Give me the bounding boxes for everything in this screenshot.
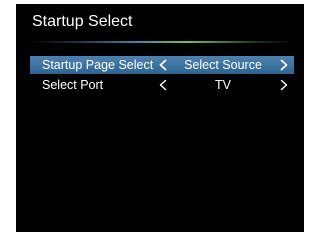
- chevron-left-icon[interactable]: [157, 59, 169, 71]
- title-divider: [30, 41, 294, 43]
- menu-item-label: Select Port: [42, 78, 104, 92]
- menu-item-startup-page-select[interactable]: Startup Page Select Select Source: [30, 56, 294, 74]
- chevron-left-icon[interactable]: [157, 79, 169, 91]
- chevron-right-icon[interactable]: [278, 59, 290, 71]
- menu-item-select-port[interactable]: Select Port TV: [30, 76, 294, 94]
- menu-item-label: Startup Page Select: [42, 58, 154, 72]
- menu-item-value: Select Source: [184, 58, 262, 72]
- menu-title: Startup Select: [32, 13, 133, 30]
- chevron-right-icon[interactable]: [278, 79, 290, 91]
- osd-menu-screen: Startup Select Startup Page Select Selec…: [16, 4, 304, 232]
- menu-item-value: TV: [215, 78, 231, 92]
